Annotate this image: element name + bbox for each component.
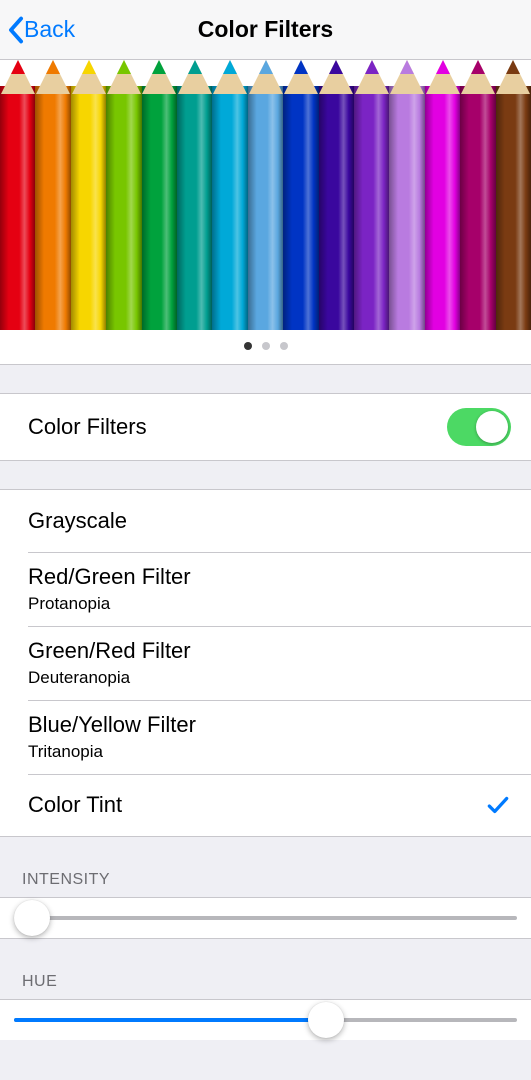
pencil <box>389 60 424 330</box>
hue-header: HUE <box>0 939 531 999</box>
pencil <box>354 60 389 330</box>
color-filters-switch[interactable] <box>447 408 511 446</box>
intensity-section: INTENSITY <box>0 837 531 939</box>
filter-title: Green/Red Filter <box>28 638 511 664</box>
hue-section: HUE <box>0 939 531 1040</box>
back-button[interactable]: Back <box>0 16 75 44</box>
preview-panel <box>0 60 531 365</box>
filter-option[interactable]: Grayscale <box>0 490 531 552</box>
pencil <box>496 60 531 330</box>
pencil <box>319 60 354 330</box>
filter-subtitle: Deuteranopia <box>28 668 511 688</box>
pencil <box>35 60 70 330</box>
intensity-thumb[interactable] <box>14 900 50 936</box>
filter-subtitle: Tritanopia <box>28 742 511 762</box>
pencil <box>283 60 318 330</box>
pencils-image[interactable] <box>0 60 531 330</box>
intensity-header: INTENSITY <box>0 837 531 897</box>
hue-slider-row <box>0 999 531 1040</box>
pencil <box>106 60 141 330</box>
pencil <box>0 60 35 330</box>
back-label: Back <box>24 16 75 43</box>
intensity-slider[interactable] <box>14 916 517 920</box>
pencil <box>142 60 177 330</box>
toggle-label: Color Filters <box>28 414 447 440</box>
intensity-slider-row <box>0 897 531 939</box>
pencil <box>425 60 460 330</box>
filter-subtitle: Protanopia <box>28 594 511 614</box>
pencil <box>212 60 247 330</box>
color-filters-toggle-row: Color Filters <box>0 394 531 460</box>
page-indicator[interactable] <box>0 330 531 364</box>
filter-option[interactable]: Color Tint <box>0 774 531 836</box>
pencil <box>460 60 495 330</box>
pencil <box>71 60 106 330</box>
filter-option[interactable]: Green/Red Filter Deuteranopia <box>0 626 531 700</box>
filter-title: Color Tint <box>28 792 485 818</box>
pencil <box>248 60 283 330</box>
filter-options-group: Grayscale Red/Green Filter Protanopia Green… <box>0 489 531 837</box>
hue-thumb[interactable] <box>308 1002 344 1038</box>
filter-title: Red/Green Filter <box>28 564 511 590</box>
page-dot[interactable] <box>280 342 288 350</box>
page-dot[interactable] <box>262 342 270 350</box>
toggle-group: Color Filters <box>0 393 531 461</box>
filter-title: Blue/Yellow Filter <box>28 712 511 738</box>
filter-title: Grayscale <box>28 508 511 534</box>
page-dot[interactable] <box>244 342 252 350</box>
pencil <box>177 60 212 330</box>
hue-slider[interactable] <box>14 1018 517 1022</box>
check-icon <box>485 792 511 818</box>
nav-bar: Back Color Filters <box>0 0 531 60</box>
page-title: Color Filters <box>0 16 531 43</box>
filter-option[interactable]: Blue/Yellow Filter Tritanopia <box>0 700 531 774</box>
chevron-left-icon <box>8 16 24 44</box>
filter-option[interactable]: Red/Green Filter Protanopia <box>0 552 531 626</box>
